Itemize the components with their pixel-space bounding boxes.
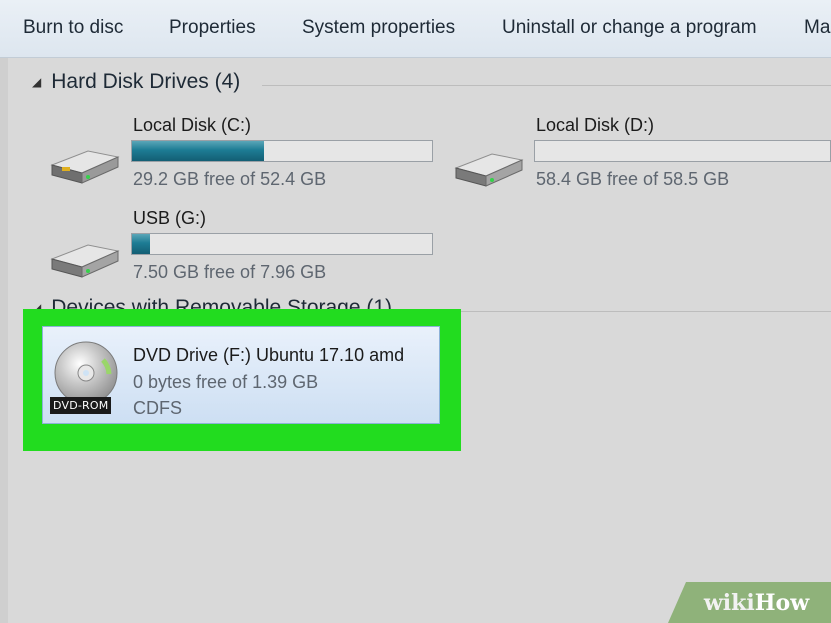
- hard-drive-icon: [50, 244, 120, 278]
- group-label: Hard Disk Drives (4): [51, 70, 241, 93]
- drive-usage-bar: [131, 140, 433, 162]
- drive-free-space: 29.2 GB free of 52.4 GB: [133, 169, 327, 189]
- dvd-free-space: 0 bytes free of 1.39 GB: [133, 372, 319, 392]
- group-divider: [440, 311, 831, 312]
- group-divider: [262, 85, 831, 86]
- wikihow-watermark: wiki How: [668, 582, 831, 623]
- dvd-rom-badge: DVD-ROM: [50, 397, 112, 414]
- uninstall-program-button[interactable]: Uninstall or change a program: [502, 17, 757, 39]
- system-properties-button[interactable]: System properties: [302, 17, 455, 39]
- dvd-file-system: CDFS: [133, 398, 182, 418]
- navigation-pane-edge: [0, 58, 8, 623]
- burn-to-disc-button[interactable]: Burn to disc: [23, 17, 123, 39]
- properties-button[interactable]: Properties: [169, 17, 256, 39]
- drive-usage-fill: [132, 141, 264, 161]
- drive-name: Local Disk (C:): [133, 115, 252, 135]
- drive-name: USB (G:): [133, 208, 207, 228]
- watermark-wiki: wiki: [703, 589, 755, 616]
- dvd-drive-name: DVD Drive (F:) Ubuntu 17.10 amd: [133, 345, 405, 365]
- drive-free-space: 58.4 GB free of 58.5 GB: [536, 169, 730, 189]
- drive-usage-bar: [534, 140, 831, 162]
- map-network-drive-button[interactable]: Ma: [804, 17, 830, 39]
- hard-disk-drives-group-header[interactable]: ◢ Hard Disk Drives (4): [32, 70, 240, 94]
- drive-free-space: 7.50 GB free of 7.96 GB: [133, 262, 327, 282]
- hard-drive-icon: [50, 150, 120, 184]
- drive-usage-fill: [132, 234, 150, 254]
- drive-usage-bar: [131, 233, 433, 255]
- drive-name: Local Disk (D:): [536, 115, 655, 135]
- command-toolbar: Burn to disc Properties System propertie…: [0, 0, 831, 58]
- collapse-triangle-icon[interactable]: ◢: [32, 75, 41, 89]
- hard-drive-icon: [454, 153, 524, 187]
- watermark-how: How: [754, 589, 810, 616]
